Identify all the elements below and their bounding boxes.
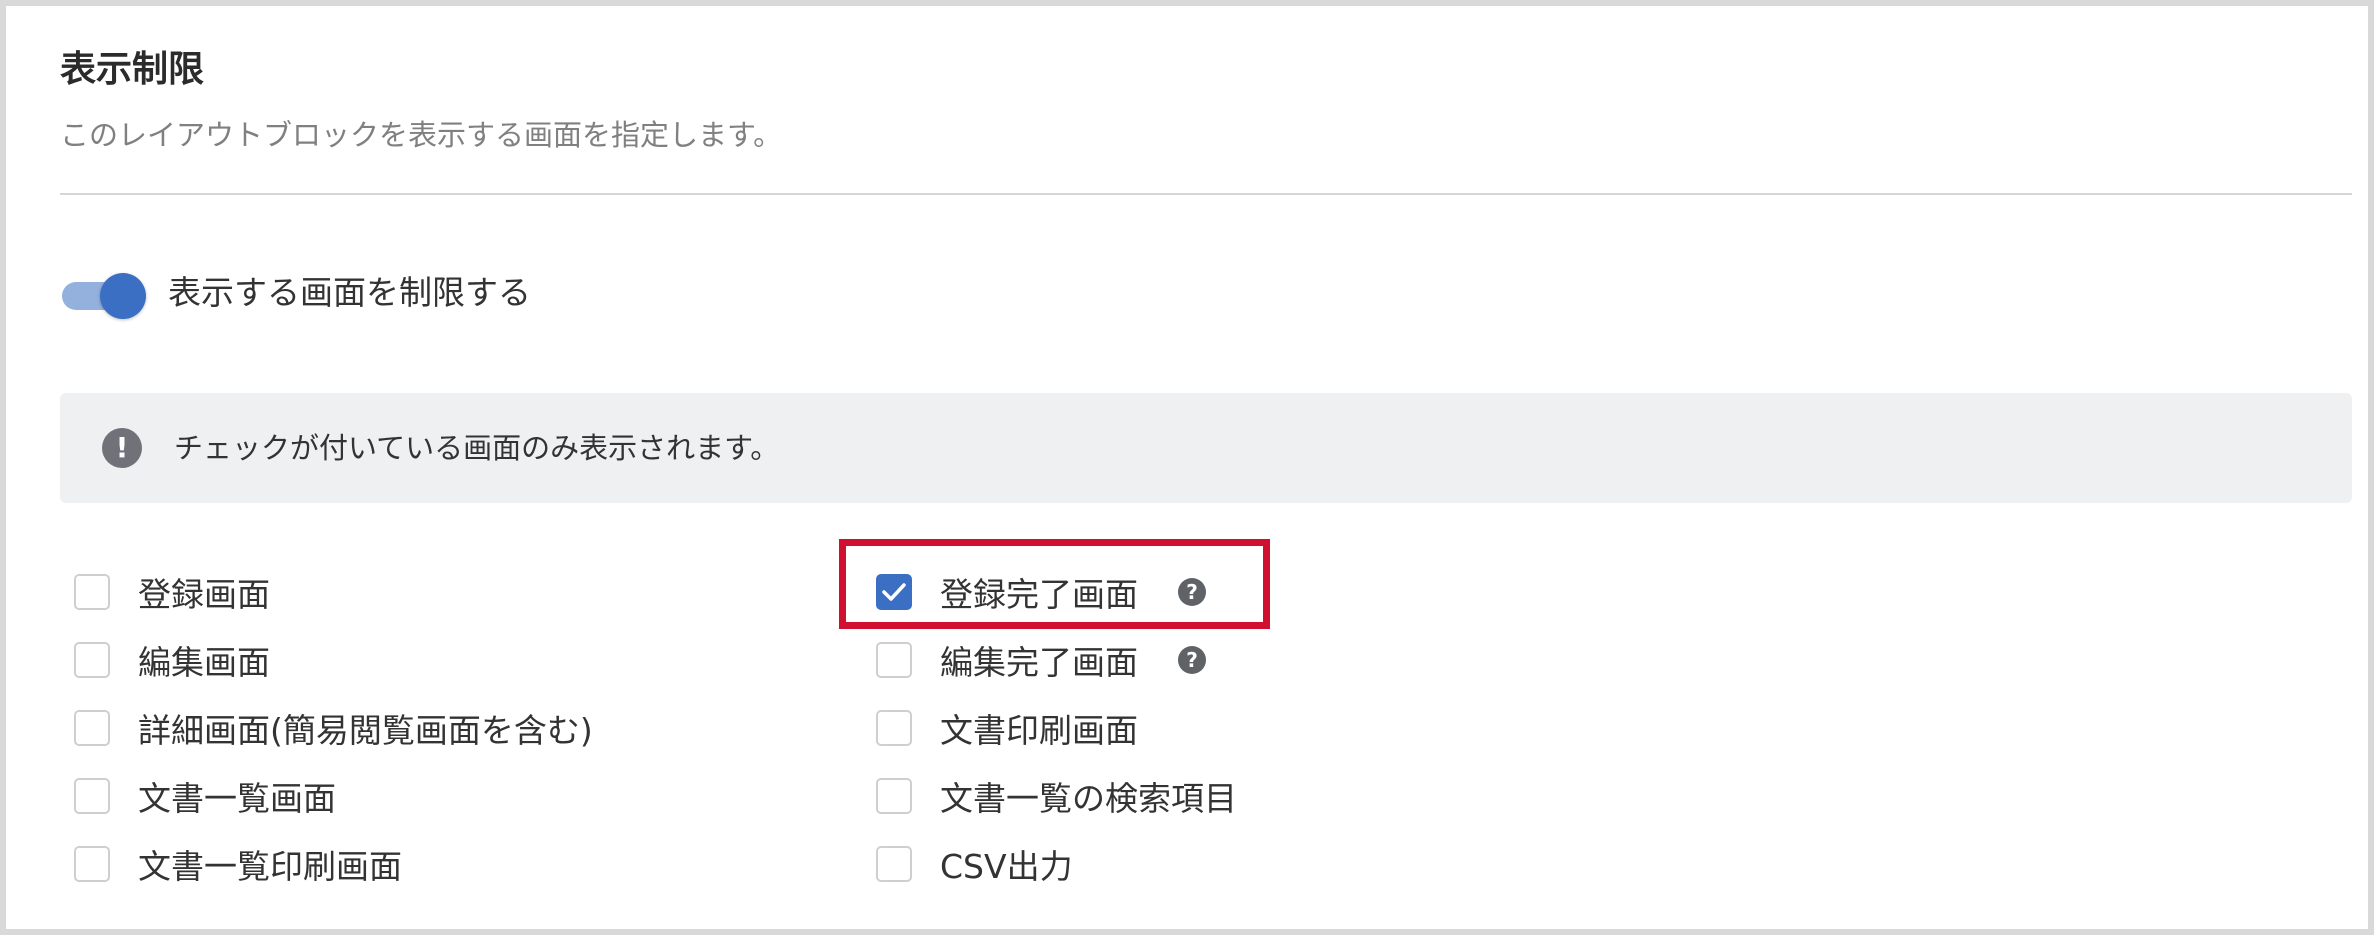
checkbox[interactable] <box>74 574 110 610</box>
checkbox-label: 文書一覧の検索項目 <box>940 779 1237 818</box>
checkbox-checked[interactable] <box>876 574 912 610</box>
checkbox-label: 文書一覧画面 <box>138 779 336 818</box>
info-message-box: ! チェックが付いている画面のみ表示されます。 <box>60 393 2352 503</box>
checkbox-label: 登録完了画面 <box>940 575 1138 614</box>
checkbox-item-edit-complete[interactable]: 編集完了画面 ? <box>876 632 1206 688</box>
checkbox-item-document-print[interactable]: 文書印刷画面 <box>876 700 1138 756</box>
display-restriction-panel: 表示制限 このレイアウトブロックを表示する画面を指定します。 表示する画面を制限… <box>0 0 2374 935</box>
checkbox[interactable] <box>74 710 110 746</box>
checkbox[interactable] <box>876 642 912 678</box>
checkbox-label: CSV出力 <box>940 847 1073 886</box>
checkbox-item-document-list-print[interactable]: 文書一覧印刷画面 <box>74 836 402 892</box>
checkbox-item-detail[interactable]: 詳細画面(簡易閲覧画面を含む) <box>74 700 593 756</box>
checkbox[interactable] <box>74 846 110 882</box>
checkbox-label: 文書印刷画面 <box>940 711 1138 750</box>
toggle-knob <box>100 273 146 319</box>
checkbox-item-registration[interactable]: 登録画面 <box>74 564 270 620</box>
checkbox-label: 登録画面 <box>138 575 270 614</box>
restrict-screens-toggle[interactable] <box>62 271 148 321</box>
checkbox-label: 文書一覧印刷画面 <box>138 847 402 886</box>
divider <box>60 193 2352 195</box>
exclamation-circle-icon: ! <box>102 428 142 468</box>
checkbox-item-csv-output[interactable]: CSV出力 <box>876 836 1073 892</box>
question-circle-icon[interactable]: ? <box>1178 578 1206 606</box>
section-description: このレイアウトブロックを表示する画面を指定します。 <box>60 118 783 152</box>
section-title: 表示制限 <box>60 49 205 90</box>
checkbox-label: 編集画面 <box>138 643 270 682</box>
checkbox-item-edit[interactable]: 編集画面 <box>74 632 270 688</box>
checkbox-item-registration-complete[interactable]: 登録完了画面 ? <box>876 564 1206 620</box>
checkbox-label: 詳細画面(簡易閲覧画面を含む) <box>138 711 593 750</box>
checkbox-item-document-list-search[interactable]: 文書一覧の検索項目 <box>876 768 1237 824</box>
checkbox[interactable] <box>74 778 110 814</box>
checkbox[interactable] <box>876 846 912 882</box>
checkbox[interactable] <box>876 778 912 814</box>
info-message-text: チェックが付いている画面のみ表示されます。 <box>174 431 780 465</box>
checkmark-icon <box>882 583 906 601</box>
restrict-screens-toggle-label[interactable]: 表示する画面を制限する <box>168 271 531 315</box>
checkbox-label: 編集完了画面 <box>940 643 1138 682</box>
question-circle-icon[interactable]: ? <box>1178 646 1206 674</box>
checkbox-item-document-list[interactable]: 文書一覧画面 <box>74 768 336 824</box>
checkbox[interactable] <box>876 710 912 746</box>
checkbox[interactable] <box>74 642 110 678</box>
